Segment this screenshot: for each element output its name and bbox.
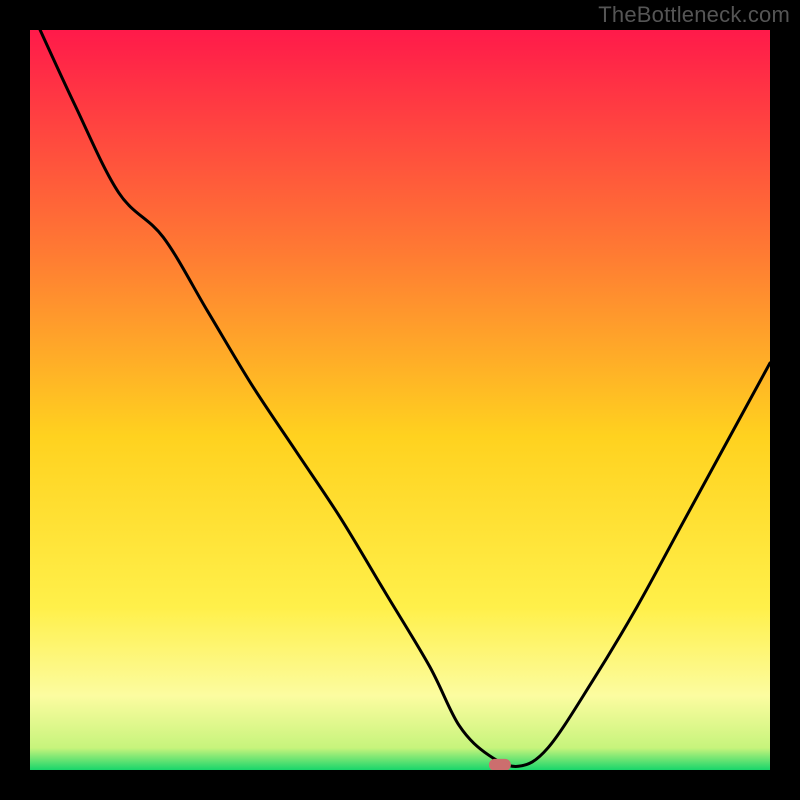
minimum-marker xyxy=(489,759,511,770)
gradient-background xyxy=(30,30,770,770)
watermark-text: TheBottleneck.com xyxy=(598,2,790,28)
chart-frame: TheBottleneck.com xyxy=(0,0,800,800)
chart-svg xyxy=(30,30,770,770)
plot-area xyxy=(30,30,770,770)
